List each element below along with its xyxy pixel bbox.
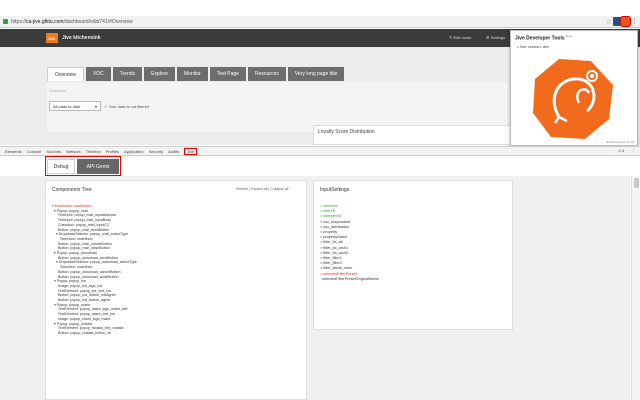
app-title: Jive kitchensink [62, 35, 101, 41]
tab-test-page[interactable]: Test Page [209, 67, 246, 81]
devtools-tab-application[interactable]: Application [124, 149, 144, 154]
error-count-badge[interactable]: 2 4 [618, 148, 624, 153]
scroll-thumb[interactable] [634, 178, 639, 188]
tree-node[interactable]: Button: popup_nodata_button_ok [52, 331, 302, 336]
url-text[interactable]: https://ca-jive.gfktu.com/dashboard/edit… [11, 19, 133, 25]
devtools-tab-elements[interactable]: Elements [5, 149, 22, 154]
gfk-logo: GfK [46, 33, 58, 43]
tab-very-long-page-title[interactable]: Very long page title [287, 67, 345, 81]
devtools-scrollbar[interactable] [631, 176, 640, 400]
devtools-tab-timeline[interactable]: Timeline [86, 149, 101, 154]
loyalty-card [313, 125, 513, 145]
extension-icon[interactable] [613, 17, 621, 26]
browser-menu-icon[interactable]: ⋮ [631, 17, 638, 25]
settings-button[interactable]: ⚙ Settings [486, 35, 505, 40]
devtools-tab-network[interactable]: Network [66, 149, 81, 154]
tab-explore[interactable]: Explore [144, 67, 176, 81]
devtools-menu-icon[interactable]: ⋮ [631, 147, 636, 153]
screen: https://ca-jive.gfktu.com/dashboard/edit… [0, 0, 640, 400]
jive-logo-icon [533, 59, 613, 139]
tab-api-gems[interactable]: API Gems [77, 159, 119, 174]
page-subtitle: Overview [49, 88, 66, 93]
components-tree: ▾ Dashboard: dashboard ▾ Popup: popup_ma… [52, 204, 302, 336]
period-select[interactable]: All plats to date ▾ [49, 101, 101, 111]
popup-title: Jive Developer Tools Beta [515, 34, 573, 42]
loyalty-title: Loyalty Score Distribution [318, 129, 375, 135]
input-settings-title: InputSettings [320, 187, 350, 193]
devtools-tabs: Elements Console Sources Network Timeline Pro… [0, 146, 640, 156]
components-tree-panel: Components Tree Refresh | Expand all | C… [45, 180, 307, 400]
bookmark-star-icon[interactable]: ☆ [606, 18, 612, 26]
jive-extension-icon[interactable] [620, 16, 631, 27]
popup-version: • Jive version: dev [517, 44, 550, 49]
components-title: Components Tree [52, 187, 92, 193]
devtools-tab-profiles[interactable]: Profiles [106, 149, 119, 154]
devtools-tab-jive[interactable]: Jive [184, 147, 198, 155]
filter-note: ✓ Your data is not filtered [104, 104, 150, 109]
tab-voc[interactable]: VOC [85, 67, 111, 81]
devtools-tab-sources[interactable]: Sources [46, 149, 61, 154]
input-setting-item[interactable]: selectedFilterPresetOriginalName [320, 277, 379, 282]
popup-footer: Mockdevelopment for GfK [606, 141, 635, 144]
tab-trends[interactable]: Trends [112, 67, 143, 81]
page-tabs: Overview VOC Trends Explore Monitor Test Page… [47, 67, 346, 81]
chevron-down-icon: ▾ [94, 103, 97, 109]
devtools-subtabs: Debug API Gems [45, 156, 121, 176]
input-settings-panel: InputSettings > datefrom > dateTill > date… [313, 180, 513, 330]
jive-devtools-popup: Jive Developer Tools Beta • Jive version… [510, 30, 638, 146]
input-settings-list: > datefrom > dateTill > dateperiod > voc_re… [320, 204, 379, 282]
tab-resources[interactable]: Resources [247, 67, 286, 81]
devtools-tab-console[interactable]: Console [27, 149, 42, 154]
lock-icon [3, 19, 8, 24]
devtools-tab-audits[interactable]: Audits [168, 149, 179, 154]
address-bar[interactable]: https://ca-jive.gfktu.com/dashboard/edit… [0, 16, 640, 28]
tab-overview[interactable]: Overview [47, 67, 84, 81]
devtools-tab-security[interactable]: Security [149, 149, 163, 154]
tab-monitor[interactable]: Monitor [177, 67, 208, 81]
tree-actions[interactable]: Refresh | Expand all | Collapse all [236, 187, 288, 191]
edit-mode-button[interactable]: ✎ Edit mode [449, 35, 471, 40]
tab-debug[interactable]: Debug [47, 159, 75, 174]
